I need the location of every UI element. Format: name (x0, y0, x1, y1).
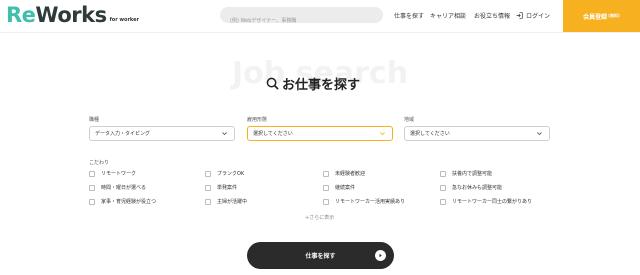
checkbox-housewives-active[interactable]: 主婦が活躍中 (205, 198, 247, 205)
job-type-value: データ入力・タイピング (95, 131, 151, 137)
checkbox-box[interactable] (323, 184, 329, 191)
search-jobs-button[interactable]: 仕事を探す (247, 242, 394, 269)
checkbox-remote-work[interactable]: リモートワーク (89, 170, 136, 177)
checkbox-box[interactable] (205, 170, 211, 177)
checkbox-label: 家事・育児経験が役立つ (101, 199, 157, 205)
employment-select[interactable]: 選択してください (247, 126, 393, 141)
register-label: 会員登録 (583, 13, 608, 21)
login-link[interactable]: ログイン (516, 11, 550, 20)
employment-value: 選択してください (253, 131, 293, 137)
chevron-down-icon (222, 132, 227, 136)
login-label: ログイン (526, 13, 551, 20)
checkbox-label: リモートワーク (101, 171, 137, 177)
checkbox-label: 急なお休みも調整可能 (452, 185, 503, 191)
checkbox-label: ブランクOK (217, 171, 245, 177)
nav-career-consult[interactable]: キャリア相談 (430, 11, 466, 20)
header: ReWorks for worker 仕事を探す キャリア相談 お役立ち情報 ロ… (0, 0, 640, 32)
checkbox-label: 時間・曜日が選べる (101, 185, 147, 191)
checkbox-box[interactable] (205, 198, 211, 205)
conditions-label: こだわり (89, 160, 110, 166)
arrow-right-icon (375, 250, 386, 261)
register-button[interactable]: 会員登録 (無料) (563, 0, 640, 32)
checkbox-choose-time-day[interactable]: 時間・曜日が選べる (89, 184, 146, 191)
search-jobs-label: 仕事を探す (305, 253, 336, 260)
nav-useful-info[interactable]: お役立ち情報 (474, 11, 510, 20)
checkbox-label: 扶養内で調整可能 (452, 171, 493, 177)
chevron-down-icon (537, 132, 542, 136)
logo-wordmark: ReWorks (6, 3, 107, 27)
page-title: お仕事を探す (266, 74, 360, 93)
area-value: 選択してください (410, 131, 450, 137)
page-title-text: お仕事を探す (282, 78, 361, 93)
checkbox-one-off-project[interactable]: 単発案件 (205, 184, 237, 191)
checkbox-remote-worker-network[interactable]: リモートワーカー同士の繋がりあり (440, 198, 532, 205)
checkbox-box[interactable] (89, 170, 95, 177)
register-badge: (無料) (608, 13, 620, 18)
chevron-down-icon (380, 132, 385, 136)
checkbox-label: リモートワーカー活用実績あり (335, 199, 406, 205)
show-more-link[interactable]: +さらに表示 (305, 214, 334, 221)
header-search-input[interactable] (220, 13, 383, 29)
logo[interactable]: ReWorks for worker (6, 4, 139, 26)
checkbox-remote-worker-track-record[interactable]: リモートワーカー活用実績あり (323, 198, 405, 205)
checkbox-label: 継続案件 (335, 185, 356, 191)
checkbox-box[interactable] (89, 198, 95, 205)
job-type-select[interactable]: データ入力・タイピング (89, 126, 235, 141)
checkbox-sudden-leave-ok[interactable]: 急なお休みも調整可能 (440, 184, 502, 191)
checkbox-box[interactable] (89, 184, 95, 191)
job-type-label: 職種 (89, 117, 100, 123)
area-select[interactable]: 選択してください (404, 126, 550, 141)
checkbox-dependent-adjust[interactable]: 扶養内で調整可能 (440, 170, 492, 177)
checkbox-label: 主婦が活躍中 (217, 199, 248, 205)
logo-subtitle: for worker (109, 17, 139, 23)
checkbox-housework-experience[interactable]: 家事・育児経験が役立つ (89, 198, 156, 205)
area-label: 地域 (404, 117, 415, 123)
checkbox-box[interactable] (440, 184, 446, 191)
checkbox-blank-ok[interactable]: ブランクOK (205, 170, 244, 177)
checkbox-box[interactable] (440, 198, 446, 205)
checkbox-ongoing-project[interactable]: 継続案件 (323, 184, 355, 191)
login-icon (516, 12, 523, 19)
checkbox-label: 未経験者歓迎 (335, 171, 366, 177)
search-icon (266, 77, 279, 90)
checkbox-box[interactable] (440, 170, 446, 177)
nav-job-search[interactable]: 仕事を探す (394, 11, 424, 20)
header-divider (0, 32, 640, 33)
checkbox-label: 単発案件 (217, 185, 238, 191)
checkbox-box[interactable] (323, 198, 329, 205)
header-search[interactable] (220, 7, 383, 29)
employment-label: 雇用形態 (247, 117, 268, 123)
checkbox-label: リモートワーカー同士の繋がりあり (452, 199, 533, 205)
checkbox-box[interactable] (205, 184, 211, 191)
checkbox-inexperienced-welcome[interactable]: 未経験者歓迎 (323, 170, 365, 177)
page: ReWorks for worker 仕事を探す キャリア相談 お役立ち情報 ロ… (0, 0, 640, 275)
checkbox-box[interactable] (323, 170, 329, 177)
